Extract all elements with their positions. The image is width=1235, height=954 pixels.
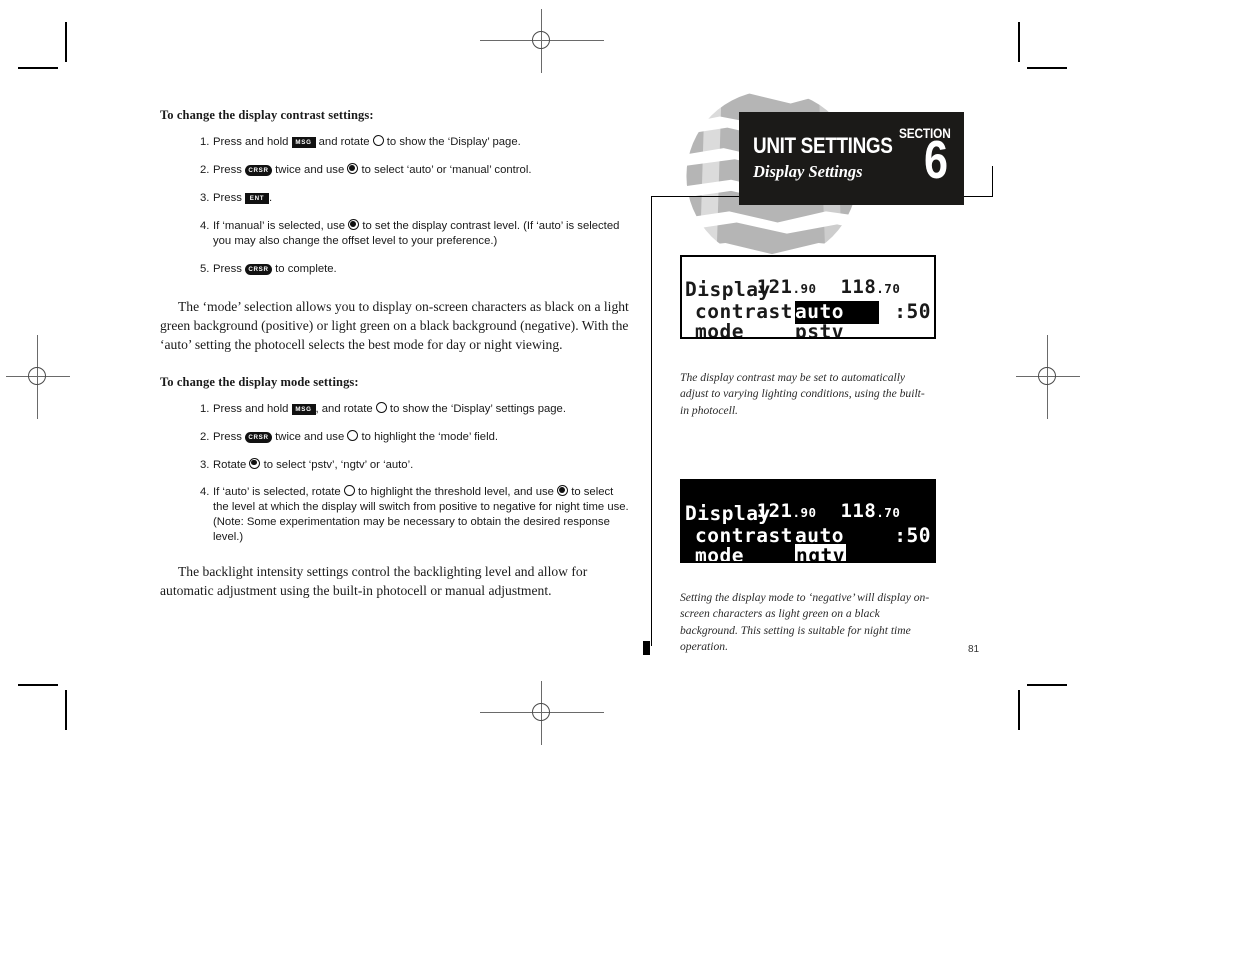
lcd2-mode-value-field[interactable]: ngtv bbox=[795, 544, 846, 561]
registration-mark-right bbox=[1016, 335, 1080, 419]
lcd2-page-title: Display bbox=[685, 502, 771, 525]
contrast-step-number: 4. bbox=[200, 219, 210, 232]
lcd1-active-freq-dec: .90 bbox=[792, 281, 817, 296]
crsr-key-icon: CRSR bbox=[245, 263, 273, 275]
mode-step: 3. Rotate to select ‘pstv’, ‘ngtv’ or ‘au… bbox=[200, 457, 630, 473]
contrast-step: 4. If ‘manual’ is selected, use to set th… bbox=[200, 218, 630, 249]
section-banner-zone: UNIT SETTINGS Display Settings SECTION 6 bbox=[651, 78, 996, 278]
crop-mark-top-right-vertical bbox=[1018, 22, 1020, 62]
mode-step-text: Rotate to select ‘pstv’, ‘ngtv’ or ‘auto… bbox=[213, 457, 414, 471]
contrast-step: 1. Press and hold MSG and rotate to show … bbox=[200, 135, 630, 150]
mode-step-number: 1. bbox=[200, 402, 210, 415]
mode-step: 2. Press CRSR twice and use to highlight … bbox=[200, 429, 630, 445]
contrast-step-text: If ‘manual’ is selected, use to set the … bbox=[213, 218, 620, 247]
caption-contrast: The display contrast may be set to autom… bbox=[680, 370, 925, 417]
msg-key-icon: MSG bbox=[291, 137, 316, 148]
crop-mark-bottom-right-vertical bbox=[1018, 690, 1020, 730]
lcd2-contrast-value[interactable]: auto bbox=[795, 525, 844, 546]
lcd2-standby-freq-dec: .70 bbox=[876, 505, 901, 520]
msg-key-icon: MSG bbox=[291, 403, 316, 415]
registration-mark-left bbox=[6, 335, 70, 419]
contrast-step-text: Press ENT. bbox=[213, 191, 273, 204]
lcd-screen-positive: 121.90 118.70 Display contrast mode auto… bbox=[680, 255, 936, 339]
lcd2-active-freq-dec: .90 bbox=[792, 505, 817, 520]
crop-mark-bottom-left-vertical bbox=[65, 690, 67, 730]
heading-mode-settings: To change the display mode settings: bbox=[160, 374, 359, 389]
crop-mark-bottom-left-horizontal bbox=[18, 684, 58, 686]
registration-mark-bottom bbox=[480, 681, 604, 745]
banner-title: UNIT SETTINGS bbox=[753, 133, 893, 158]
outer-knob-icon bbox=[375, 401, 387, 413]
lcd1-page-title: Display bbox=[685, 278, 771, 301]
inner-knob-icon bbox=[557, 485, 569, 497]
body-text-column: To change the display contrast settings:… bbox=[160, 108, 630, 601]
banner-section-number: 6 bbox=[923, 130, 948, 190]
heading-contrast-settings: To change the display contrast settings: bbox=[160, 108, 374, 122]
header-rule-vertical bbox=[992, 166, 993, 197]
contrast-step-list: 1. Press and hold MSG and rotate to show … bbox=[200, 135, 630, 276]
crop-mark-top-right-horizontal bbox=[1027, 67, 1067, 69]
mode-step-text: If ‘auto’ is selected, rotate to highlig… bbox=[213, 485, 629, 544]
paragraph-backlight: The backlight intensity settings control… bbox=[160, 564, 588, 598]
mode-step: 4. If ‘auto’ is selected, rotate to highl… bbox=[200, 485, 630, 545]
contrast-step-text: Press CRSR twice and use to select ‘auto… bbox=[213, 162, 532, 176]
crsr-key-icon: CRSR bbox=[245, 164, 273, 176]
contrast-step-text: Press and hold MSG and rotate to show th… bbox=[213, 135, 521, 148]
ent-key-icon: ENT bbox=[245, 192, 270, 204]
contrast-step-text: Press CRSR to complete. bbox=[213, 262, 337, 275]
contrast-step-number: 2. bbox=[200, 163, 210, 176]
mode-step: 1. Press and hold MSG, and rotate to show… bbox=[200, 401, 630, 417]
lcd-screen-negative: 121.90 118.70 Display contrast mode auto… bbox=[680, 479, 936, 563]
lcd2-mode-value: ngtv bbox=[795, 544, 846, 561]
mode-step-number: 4. bbox=[200, 486, 210, 499]
mode-step-number: 3. bbox=[200, 458, 210, 471]
outer-knob-icon bbox=[372, 135, 384, 146]
lcd1-contrast-label: contrast bbox=[695, 300, 793, 323]
lcd1-mode-label: mode bbox=[695, 320, 744, 339]
mode-step-text: Press and hold MSG, and rotate to show t… bbox=[213, 401, 566, 415]
page-canvas: To change the display contrast settings:… bbox=[0, 0, 1235, 954]
registration-mark-top bbox=[480, 9, 604, 73]
outer-knob-icon bbox=[343, 485, 355, 497]
page-number: 81 bbox=[968, 644, 980, 655]
lcd2-standby-freq-int: 118 bbox=[840, 500, 877, 522]
contrast-step-number: 1. bbox=[200, 136, 210, 148]
lcd1-standby-freq-int: 118 bbox=[840, 276, 877, 298]
crsr-key-icon: CRSR bbox=[245, 431, 273, 443]
paragraph-mode-selection: The ‘mode’ selection allows you to displ… bbox=[160, 299, 629, 352]
lcd2-contrast-label: contrast bbox=[695, 524, 793, 547]
inner-knob-icon bbox=[347, 162, 359, 174]
crop-mark-top-left-vertical bbox=[65, 22, 67, 62]
lcd2-freq-gap bbox=[817, 500, 841, 522]
banner-subtitle: Display Settings bbox=[753, 162, 863, 181]
crop-mark-bottom-right-horizontal bbox=[1027, 684, 1067, 686]
lcd1-level-value: :50 bbox=[894, 300, 931, 323]
caption-mode: Setting the display mode to ‘negative’ w… bbox=[680, 590, 930, 653]
section-banner: UNIT SETTINGS Display Settings SECTION 6 bbox=[739, 112, 964, 205]
mode-step-number: 2. bbox=[200, 430, 210, 443]
lcd2-level-value: :50 bbox=[894, 524, 931, 547]
lcd1-mode-value[interactable]: pstv bbox=[795, 321, 844, 337]
contrast-step-number: 3. bbox=[200, 191, 210, 204]
crop-mark-top-left-horizontal bbox=[18, 67, 58, 69]
contrast-step-number: 5. bbox=[200, 262, 210, 275]
gutter-tick-mark bbox=[643, 641, 650, 655]
contrast-step: 2. Press CRSR twice and use to select ‘au… bbox=[200, 162, 630, 178]
lcd1-standby-freq-dec: .70 bbox=[876, 281, 901, 296]
mode-step-text: Press CRSR twice and use to highlight th… bbox=[213, 429, 498, 443]
mode-step-list: 1. Press and hold MSG, and rotate to show… bbox=[200, 401, 630, 545]
contrast-step: 5. Press CRSR to complete. bbox=[200, 262, 630, 277]
lcd1-freq-gap bbox=[817, 276, 841, 298]
outer-knob-icon bbox=[347, 429, 359, 441]
inner-knob-icon bbox=[249, 457, 261, 469]
lcd2-mode-label: mode bbox=[695, 544, 744, 563]
inner-knob-icon bbox=[348, 218, 360, 230]
contrast-step: 3. Press ENT. bbox=[200, 191, 630, 206]
